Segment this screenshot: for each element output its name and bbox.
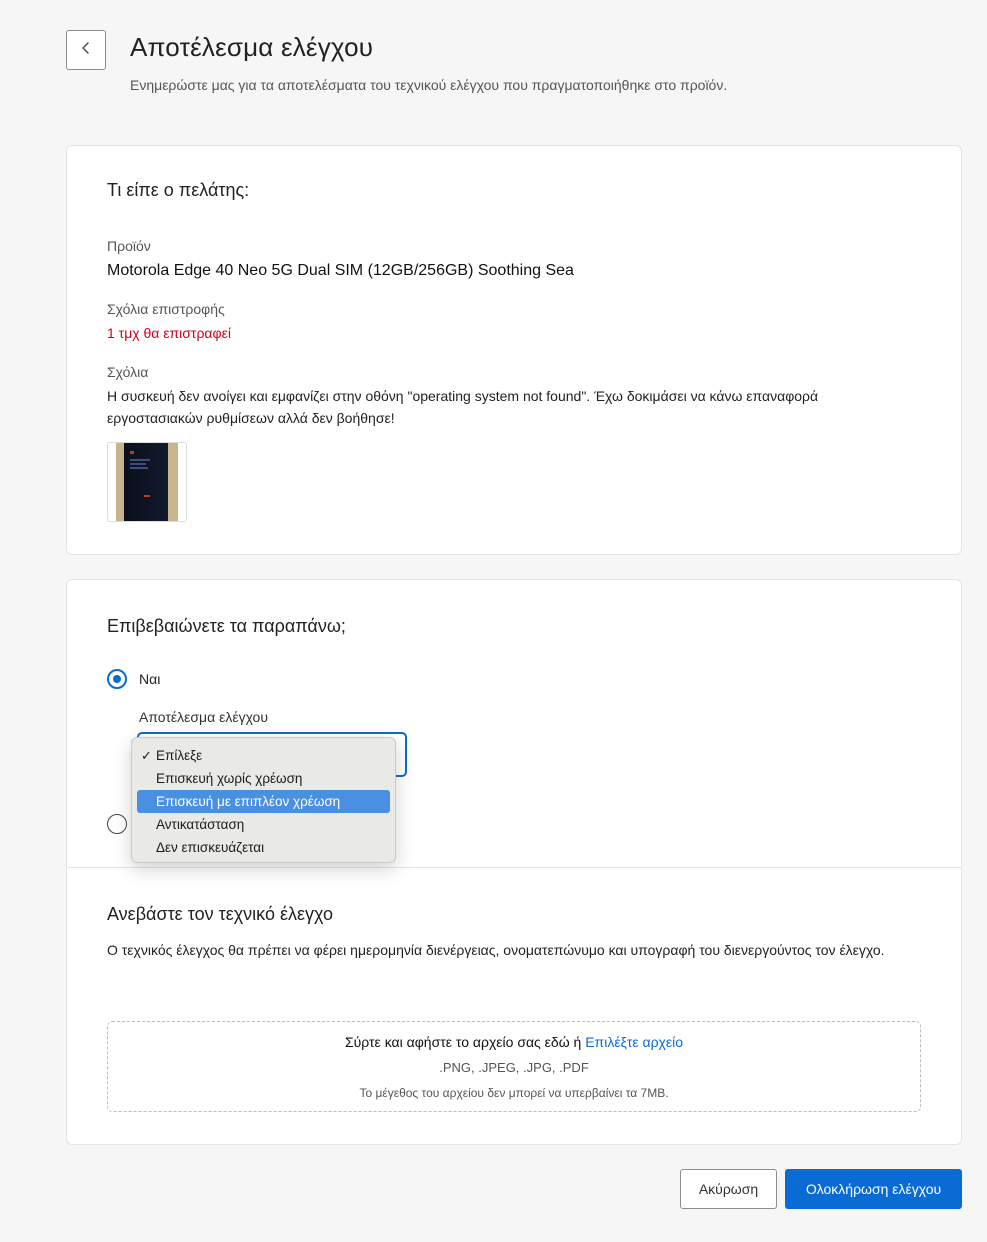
comments-value: Η συσκευή δεν ανοίγει και εμφανίζει στην… xyxy=(107,388,819,426)
phone-photo-image xyxy=(116,443,178,521)
customer-info-card: Τι είπε ο πελάτης: Προϊόν Motorola Edge … xyxy=(66,145,962,555)
page-subtitle: Ενημερώστε μας για τα αποτελέσματα του τ… xyxy=(130,77,728,93)
dropdown-option[interactable]: Αντικατάσταση xyxy=(137,813,390,836)
dropdown-option-highlighted[interactable]: Επισκευή με επιπλέον χρέωση xyxy=(137,790,390,813)
return-comments-label: Σχόλια επιστροφής xyxy=(107,301,225,317)
page-title: Αποτέλεσμα ελέγχου xyxy=(130,32,374,62)
page: Αποτέλεσμα ελέγχου Ενημερώστε μας για τα… xyxy=(0,0,987,1242)
option-label: Δεν επισκευάζεται xyxy=(156,840,265,855)
product-value: Motorola Edge 40 Neo 5G Dual SIM (12GB/2… xyxy=(107,262,574,279)
option-label: Επισκευή με επιπλέον χρέωση xyxy=(156,794,341,809)
result-dropdown-menu: ✓ Επίλεξε Επισκευή χωρίς χρέωση Επισκευή… xyxy=(131,737,396,863)
yes-radio-label[interactable]: Ναι xyxy=(139,671,160,687)
product-label: Προϊόν xyxy=(107,238,151,254)
allowed-formats: .PNG, .JPEG, .JPG, .PDF xyxy=(439,1060,589,1075)
cancel-button[interactable]: Ακύρωση xyxy=(680,1169,777,1209)
option-label: Αντικατάσταση xyxy=(156,817,245,832)
result-select-label: Αποτέλεσμα ελέγχου xyxy=(139,709,268,725)
yes-radio[interactable] xyxy=(107,669,127,689)
dropdown-option[interactable]: ✓ Επίλεξε xyxy=(137,744,390,767)
complete-check-button[interactable]: Ολοκλήρωση ελέγχου xyxy=(785,1169,962,1209)
upload-description: Ο τεχνικός έλεγχος θα πρέπει να φέρει ημ… xyxy=(107,942,885,958)
option-label: Επίλεξε xyxy=(156,748,203,763)
size-limit-note: Το μέγεθος του αρχείου δεν μπορεί να υπε… xyxy=(359,1086,669,1100)
option-label: Επισκευή χωρίς χρέωση xyxy=(156,771,303,786)
customer-section-title: Τι είπε ο πελάτης: xyxy=(107,180,250,200)
back-button[interactable] xyxy=(66,30,106,70)
checkmark-icon: ✓ xyxy=(141,748,152,763)
dropzone-text: Σύρτε και αφήστε το αρχείο σας εδώ ή Επι… xyxy=(108,1034,920,1050)
return-comments-value: 1 τμχ θα επιστραφεί xyxy=(107,325,231,341)
dropzone-instruction: Σύρτε και αφήστε το αρχείο σας εδώ ή xyxy=(344,1034,582,1050)
attachment-thumbnail[interactable] xyxy=(107,442,187,522)
comments-label: Σχόλια xyxy=(107,364,149,380)
chevron-left-icon xyxy=(80,41,92,60)
dropdown-option[interactable]: Επισκευή χωρίς χρέωση xyxy=(137,767,390,790)
file-dropzone[interactable]: Σύρτε και αφήστε το αρχείο σας εδώ ή Επι… xyxy=(107,1021,921,1112)
upload-section-title: Ανεβάστε τον τεχνικό έλεγχο xyxy=(107,904,333,924)
dropdown-option[interactable]: Δεν επισκευάζεται xyxy=(137,836,390,859)
section-divider xyxy=(67,867,961,868)
confirm-section-title: Επιβεβαιώνετε τα παραπάνω; xyxy=(107,616,346,636)
choose-file-link[interactable]: Επιλέξτε αρχείο xyxy=(585,1034,683,1050)
no-radio[interactable] xyxy=(107,814,127,834)
